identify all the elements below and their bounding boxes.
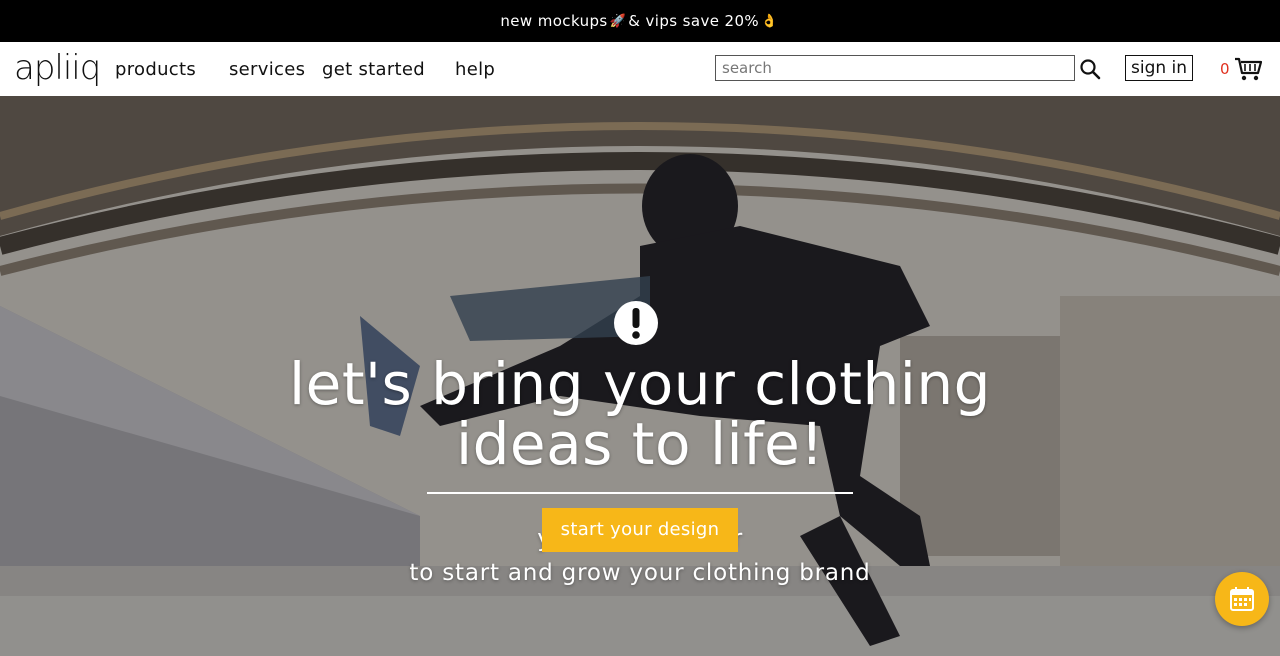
- logo[interactable]: apliiq: [14, 48, 101, 88]
- search-input[interactable]: [715, 55, 1075, 81]
- nav-get-started[interactable]: get started: [322, 59, 425, 80]
- headline-line-1: let's bring your clothing: [289, 350, 991, 418]
- calendar-icon: [1230, 587, 1254, 611]
- promo-banner[interactable]: new mockups 🚀 & vips save 20% 👌: [0, 0, 1280, 42]
- nav-services[interactable]: services: [229, 59, 305, 80]
- ok-hand-icon: 👌: [761, 13, 778, 29]
- hero-headline: let's bring your clothing ideas to life!: [240, 354, 1040, 474]
- search-icon[interactable]: [1078, 57, 1102, 81]
- hero-subtitle-line-2: to start and grow your clothing brand: [409, 560, 871, 586]
- cart-icon[interactable]: [1234, 56, 1262, 82]
- main-nav: apliiq products services get started hel…: [0, 42, 1280, 97]
- promo-text-1: new mockups: [500, 12, 608, 30]
- rocket-icon: 🚀: [609, 13, 627, 29]
- start-your-design-button[interactable]: start your design: [542, 508, 738, 552]
- hero-section: let's bring your clothing ideas to life!…: [0, 96, 1280, 656]
- calendar-button[interactable]: [1215, 572, 1269, 626]
- nav-help[interactable]: help: [455, 59, 495, 80]
- alert-icon: [614, 301, 658, 345]
- headline-line-2: ideas to life!: [455, 410, 825, 478]
- headline-divider: [427, 492, 853, 494]
- cart-count: 0: [1220, 60, 1230, 78]
- nav-products[interactable]: products: [115, 59, 196, 80]
- sign-in-button[interactable]: sign in: [1125, 55, 1194, 81]
- promo-text-2: & vips save 20%: [628, 12, 760, 30]
